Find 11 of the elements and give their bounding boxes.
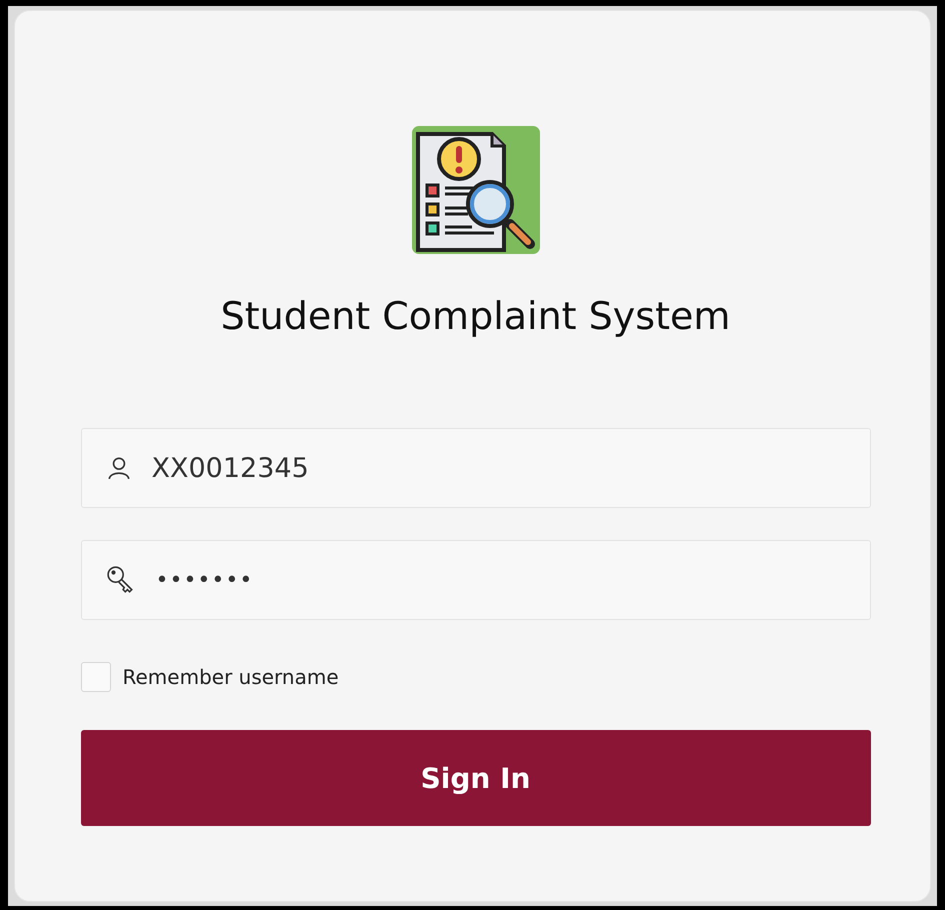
key-icon <box>106 565 136 595</box>
password-field[interactable]: ••••••• <box>80 540 870 620</box>
remember-label: Remember username <box>122 665 339 689</box>
remember-checkbox[interactable] <box>80 662 110 692</box>
username-field[interactable]: XX0012345 <box>80 428 870 508</box>
app-title: Student Complaint System <box>220 294 730 338</box>
username-value: XX0012345 <box>152 452 309 484</box>
user-icon <box>106 455 132 481</box>
complaint-report-icon <box>412 126 540 254</box>
password-value: ••••••• <box>156 568 254 592</box>
sign-in-button[interactable]: Sign In <box>80 730 870 826</box>
